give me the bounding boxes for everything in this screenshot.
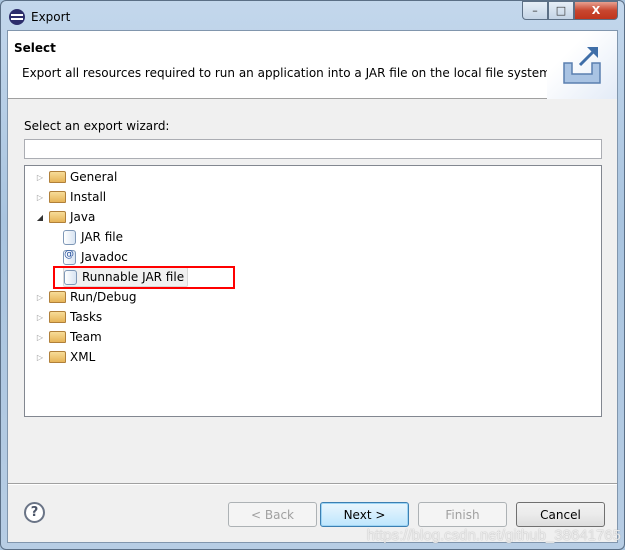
folder-icon [49,291,66,303]
expand-arrow-icon[interactable]: ▷ [33,193,47,202]
highlight-box [53,266,235,289]
folder-icon [49,331,66,343]
tree-item-label: Java [70,210,96,224]
tree-item-label: Team [70,330,102,344]
page-description: Export all resources required to run an … [22,66,555,80]
tree-item[interactable]: ▷ Install [33,187,106,207]
tree-item-label: Javadoc [81,250,128,264]
folder-icon [49,171,66,183]
folder-icon [49,311,66,323]
tree-item[interactable]: ▷ Tasks [33,307,102,327]
tree-item-label: Install [70,190,107,204]
filter-input[interactable] [24,139,602,159]
tree-item-label: Run/Debug [70,290,137,304]
tree-item[interactable]: JAR file [63,227,123,247]
back-button[interactable]: < Back [228,502,317,527]
collapse-arrow-icon[interactable]: ◢ [33,213,47,222]
tree-item[interactable]: ▷ Run/Debug [33,287,137,307]
tree-item[interactable]: ◢ Java [33,207,95,227]
eclipse-icon [9,9,25,25]
wizard-label: Select an export wizard: [24,119,170,133]
expand-arrow-icon[interactable]: ▷ [33,353,47,362]
expand-arrow-icon[interactable]: ▷ [33,293,47,302]
close-button[interactable]: X [574,1,618,20]
finish-button[interactable]: Finish [418,502,507,527]
watermark: https://blog.csdn.net/github_38641765 [366,527,621,544]
title-bar: Export [9,7,70,27]
tree-item-label: General [70,170,118,184]
javadoc-icon [63,249,76,265]
export-icon [547,31,617,99]
tree-item[interactable]: ▷ General [33,167,117,187]
minimize-button[interactable]: – [522,1,548,20]
folder-icon [49,191,66,203]
divider [8,483,617,485]
help-icon[interactable]: ? [24,502,45,523]
wizard-header: Select Export all resources required to … [8,31,617,99]
wizard-tree[interactable]: ▷General▷Install◢JavaJAR fileJavadocRunn… [24,165,602,417]
tree-item-label: Tasks [70,310,103,324]
folder-icon [49,211,66,223]
tree-item[interactable]: ▷ XML [33,347,95,367]
tree-item[interactable]: Javadoc [63,247,128,267]
expand-arrow-icon[interactable]: ▷ [33,173,47,182]
cancel-button[interactable]: Cancel [516,502,605,527]
dialog-client: Select Export all resources required to … [7,30,618,543]
next-button[interactable]: Next > [320,502,409,527]
expand-arrow-icon[interactable]: ▷ [33,313,47,322]
expand-arrow-icon[interactable]: ▷ [33,333,47,342]
tree-item-label: XML [70,350,96,364]
tree-item[interactable]: ▷ Team [33,327,102,347]
tree-item-label: JAR file [81,230,123,244]
folder-icon [49,351,66,363]
jar-icon [63,229,76,245]
page-title: Select [14,41,56,55]
window-title: Export [31,10,71,24]
maximize-button[interactable]: □ [548,1,574,20]
